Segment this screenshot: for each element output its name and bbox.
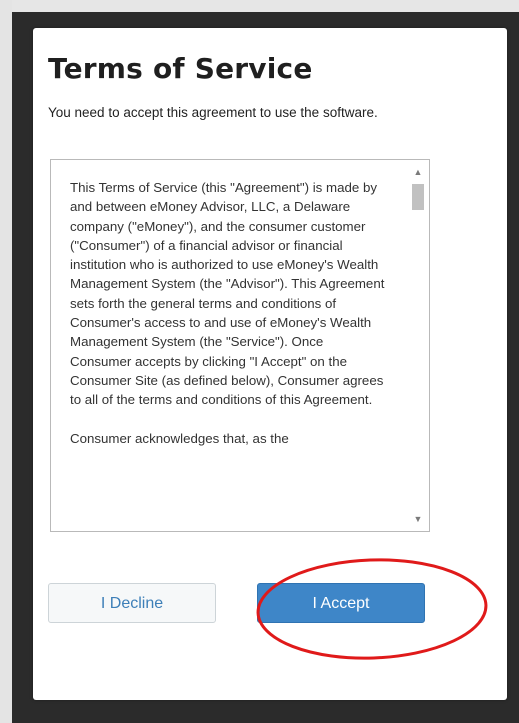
scroll-up-icon[interactable]: ▲ [407, 164, 429, 180]
backdrop-left [0, 0, 12, 723]
terms-paragraph: This Terms of Service (this "Agreement")… [70, 180, 385, 408]
dialog-title: Terms of Service [48, 52, 313, 85]
dialog-subtitle: You need to accept this agreement to use… [48, 105, 378, 120]
scroll-down-icon[interactable]: ▼ [407, 511, 429, 527]
scrollbar-thumb[interactable] [412, 184, 424, 210]
terms-paragraph: Consumer acknowledges that, as the [70, 430, 289, 446]
decline-button[interactable]: I Decline [48, 583, 216, 623]
accept-button[interactable]: I Accept [257, 583, 425, 623]
backdrop-top [0, 0, 519, 12]
vertical-scrollbar[interactable]: ▲ ▼ [407, 160, 429, 531]
terms-text: This Terms of Service (this "Agreement")… [70, 178, 388, 467]
terms-scroll-area[interactable]: This Terms of Service (this "Agreement")… [50, 159, 430, 532]
